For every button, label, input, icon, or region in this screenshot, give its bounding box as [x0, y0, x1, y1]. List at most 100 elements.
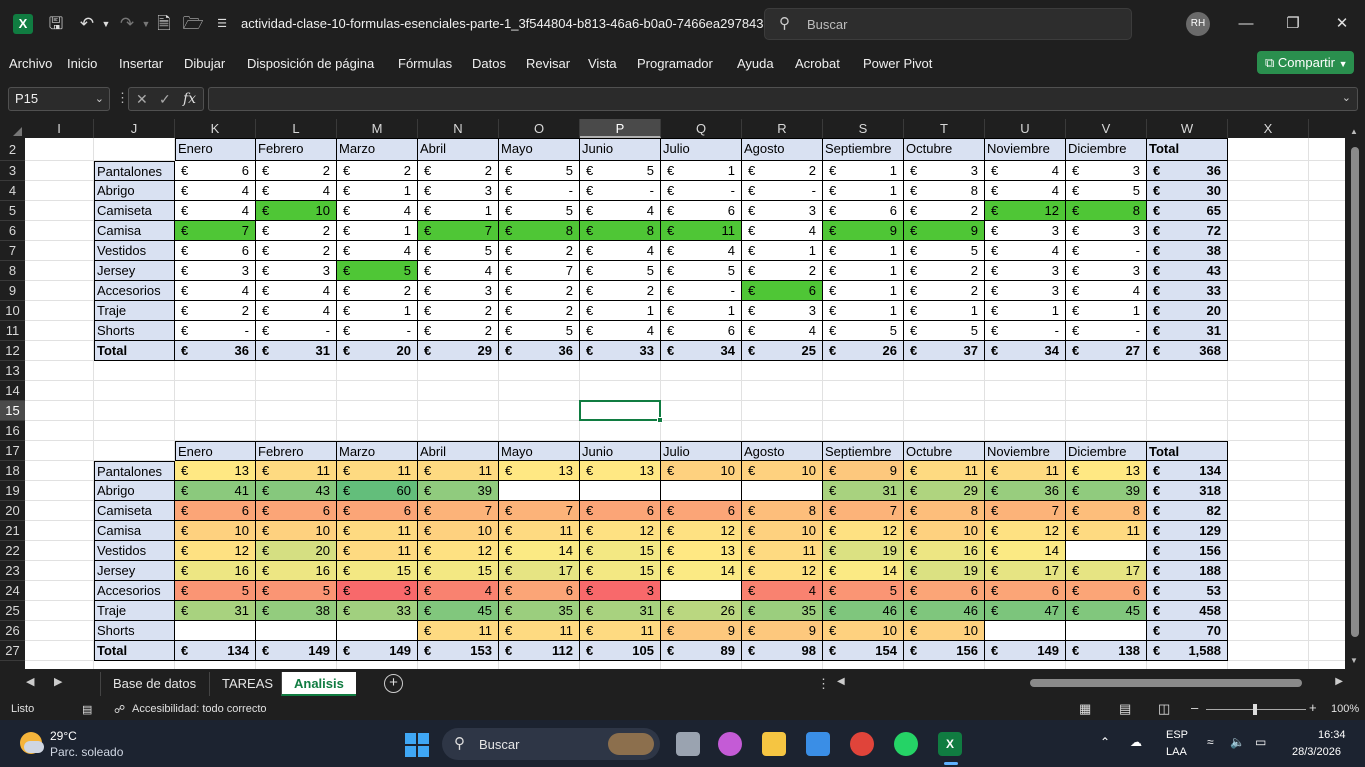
table2-cell[interactable]: €5 — [175, 581, 256, 601]
table1-cell[interactable]: €4 — [175, 181, 256, 201]
table2-cell[interactable]: €8 — [904, 501, 985, 521]
table1-cell[interactable]: €2 — [337, 281, 418, 301]
table2-cell[interactable] — [337, 621, 418, 641]
table2-cell[interactable] — [499, 481, 580, 501]
restore-icon[interactable]: ❐ — [1281, 12, 1305, 36]
copilot-icon[interactable] — [718, 732, 742, 756]
table2-cell[interactable]: €98 — [742, 641, 823, 661]
table2-cell[interactable]: €3 — [580, 581, 661, 601]
table1-cell[interactable]: €2 — [418, 321, 499, 341]
table1-header-abril[interactable]: Abril — [418, 138, 499, 161]
table1-cell[interactable]: €8 — [904, 181, 985, 201]
table1-cell[interactable]: € - — [337, 321, 418, 341]
table1-cell[interactable]: €1 — [823, 261, 904, 281]
table1-cell[interactable]: €1 — [823, 241, 904, 261]
table1-row-label[interactable]: Abrigo — [94, 181, 175, 201]
table2-cell[interactable]: €7 — [985, 501, 1066, 521]
table1-cell[interactable]: €26 — [823, 341, 904, 361]
zoom-slider-knob[interactable] — [1253, 704, 1257, 715]
table2-cell[interactable]: €31 — [580, 601, 661, 621]
save-icon[interactable]: 🖫 — [44, 12, 68, 36]
accessibility-status[interactable]: Accesibilidad: todo correcto — [132, 703, 267, 715]
table2-cell[interactable]: €13 — [580, 461, 661, 481]
table1-row-label[interactable]: Shorts — [94, 321, 175, 341]
table2-cell[interactable]: €12 — [823, 521, 904, 541]
table2-header-marzo[interactable]: Marzo — [337, 441, 418, 461]
table1-row-label[interactable]: Pantalones — [94, 161, 175, 181]
table1-cell[interactable]: €1 — [337, 181, 418, 201]
table1-cell[interactable]: €36 — [1147, 161, 1228, 181]
table2-cell[interactable]: €8 — [742, 501, 823, 521]
menu-archivo[interactable]: Archivo — [9, 56, 52, 71]
table1-header-noviembre[interactable]: Noviembre — [985, 138, 1066, 161]
table1-cell[interactable]: € - — [1066, 241, 1147, 261]
table2-cell[interactable]: €5 — [256, 581, 337, 601]
table1-cell[interactable]: €5 — [499, 201, 580, 221]
table2-cell[interactable]: €41 — [175, 481, 256, 501]
table2-cell[interactable]: €45 — [1066, 601, 1147, 621]
table2-cell[interactable]: €12 — [580, 521, 661, 541]
table1-cell[interactable]: €2 — [742, 261, 823, 281]
table1-cell[interactable]: € - — [499, 181, 580, 201]
table2-cell[interactable]: €112 — [499, 641, 580, 661]
table2-row-label[interactable]: Vestidos — [94, 541, 175, 561]
table2-cell[interactable]: €31 — [175, 601, 256, 621]
table2-cell[interactable]: €10 — [742, 521, 823, 541]
table1-cell[interactable]: €6 — [823, 201, 904, 221]
table1-cell[interactable]: €2 — [256, 221, 337, 241]
table2-header-febrero[interactable]: Febrero — [256, 441, 337, 461]
table1-cell[interactable]: €2 — [499, 301, 580, 321]
table1-cell[interactable]: €4 — [337, 241, 418, 261]
table2-cell[interactable] — [661, 481, 742, 501]
table1-cell[interactable]: €1 — [661, 301, 742, 321]
table1-cell[interactable]: €5 — [337, 261, 418, 281]
table1-cell[interactable]: €1 — [337, 221, 418, 241]
table1-header-enero[interactable]: Enero — [175, 138, 256, 161]
function-icon[interactable]: fx — [183, 88, 196, 110]
table1-cell[interactable]: €29 — [418, 341, 499, 361]
table2-cell[interactable]: €7 — [823, 501, 904, 521]
customize-toolbar-icon[interactable]: ☰ — [210, 12, 234, 36]
table2-header-total[interactable]: Total — [1147, 441, 1228, 461]
table2-cell[interactable]: €16 — [256, 561, 337, 581]
table2-cell[interactable]: €10 — [823, 621, 904, 641]
table1-cell[interactable]: €2 — [580, 281, 661, 301]
table2-cell[interactable]: €12 — [418, 541, 499, 561]
weather-icon[interactable] — [20, 732, 44, 754]
table2-header-mayo[interactable]: Mayo — [499, 441, 580, 461]
table1-header-diciembre[interactable]: Diciembre — [1066, 138, 1147, 161]
table1-cell[interactable]: €368 — [1147, 341, 1228, 361]
name-box[interactable]: P15 ⌄ — [8, 87, 110, 111]
table1-header-octubre[interactable]: Octubre — [904, 138, 985, 161]
excel-taskbar-icon[interactable]: X — [938, 732, 962, 756]
table1-cell[interactable]: €25 — [742, 341, 823, 361]
table2-cell[interactable]: €13 — [499, 461, 580, 481]
table1-cell[interactable]: €2 — [256, 161, 337, 181]
row-header-27[interactable]: 27 — [0, 641, 25, 661]
column-header-l[interactable]: L — [256, 119, 337, 138]
table1-cell[interactable]: €2 — [418, 301, 499, 321]
accessibility-icon[interactable]: ☍ — [114, 703, 125, 716]
table1-cell[interactable]: €1 — [580, 301, 661, 321]
page-break-icon[interactable]: ◫ — [1158, 701, 1170, 717]
table1-cell[interactable]: €2 — [904, 261, 985, 281]
table2-cell[interactable]: €15 — [418, 561, 499, 581]
table1-cell[interactable]: €65 — [1147, 201, 1228, 221]
table1-cell[interactable]: €30 — [1147, 181, 1228, 201]
table2-cell[interactable]: €10 — [904, 521, 985, 541]
column-header-v[interactable]: V — [1066, 119, 1147, 138]
table2-cell[interactable]: €11 — [1066, 521, 1147, 541]
scroll-down-icon[interactable]: ▼ — [1350, 656, 1358, 665]
table2-cell[interactable]: €11 — [256, 461, 337, 481]
table1-cell[interactable]: €2 — [256, 241, 337, 261]
table1-row-label[interactable]: Vestidos — [94, 241, 175, 261]
task-view-icon[interactable] — [676, 732, 700, 756]
table1-cell[interactable]: €1 — [904, 301, 985, 321]
column-header-j[interactable]: J — [94, 119, 175, 138]
table1-cell[interactable]: €1 — [985, 301, 1066, 321]
tray-chevron-icon[interactable]: ⌃ — [1100, 735, 1110, 749]
table1-cell[interactable]: €43 — [1147, 261, 1228, 281]
table2-cell[interactable]: €6 — [904, 581, 985, 601]
row-header-15[interactable]: 15 — [0, 401, 25, 421]
row-header-13[interactable]: 13 — [0, 361, 25, 381]
